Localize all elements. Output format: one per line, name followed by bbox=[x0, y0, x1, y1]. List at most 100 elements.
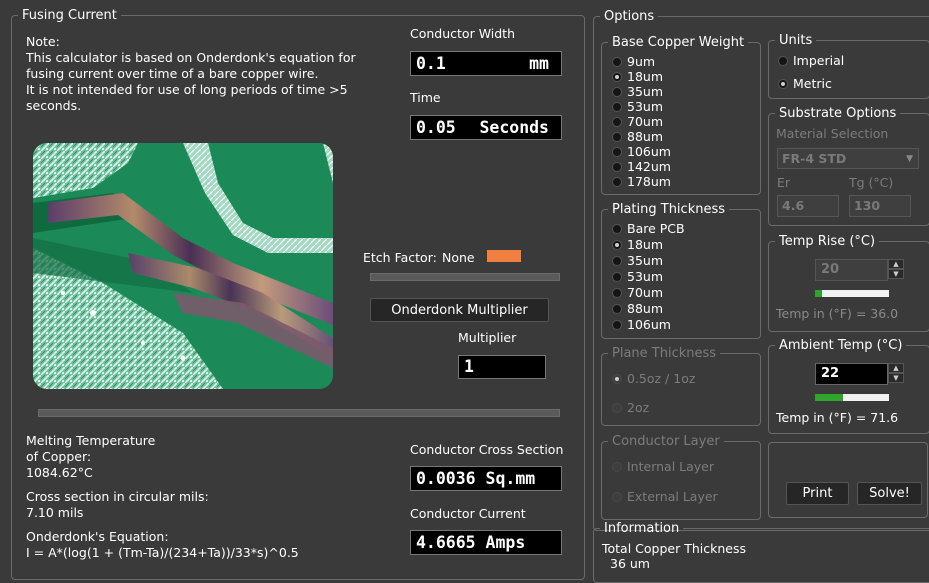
tg-input[interactable]: 130 bbox=[849, 195, 911, 217]
cross-section-value: 0.0036 Sq.mm bbox=[416, 469, 536, 488]
radio-dot bbox=[612, 303, 622, 314]
base-copper-option-9um[interactable]: 9um bbox=[612, 54, 655, 69]
cross-section-label: Conductor Cross Section bbox=[410, 442, 564, 457]
temp-rise-title: Temp Rise (°C) bbox=[779, 234, 876, 249]
ambient-temp-title: Ambient Temp (°C) bbox=[779, 338, 903, 353]
conductor-layer-internal[interactable]: Internal Layer bbox=[612, 459, 714, 474]
plating-option-35um[interactable]: 35um bbox=[612, 253, 663, 268]
radio-dot bbox=[612, 461, 622, 472]
plating-option-18um[interactable]: 18um bbox=[612, 237, 663, 252]
chevron-down-icon: ▼ bbox=[906, 154, 913, 164]
base-copper-option-70um[interactable]: 70um bbox=[612, 114, 663, 129]
chevron-up-icon[interactable]: ▲ bbox=[888, 259, 904, 269]
etch-factor-swatch[interactable] bbox=[487, 250, 521, 262]
melting-value: 1084.62°C bbox=[26, 465, 93, 480]
temp-rise-stepper[interactable]: ▲ ▼ bbox=[888, 259, 904, 279]
multiplier-input[interactable]: 1 bbox=[458, 355, 546, 379]
base-copper-option-53um[interactable]: 53um bbox=[612, 99, 663, 114]
chevron-down-icon[interactable]: ▼ bbox=[888, 373, 904, 383]
cross-mils-label: Cross section in circular mils: bbox=[26, 489, 209, 504]
er-input[interactable]: 4.6 bbox=[777, 195, 839, 217]
material-select-value: FR-4 STD bbox=[782, 151, 847, 166]
units-title: Units bbox=[779, 33, 813, 48]
melting-label-1: Melting Temperature bbox=[26, 433, 156, 448]
radio-dot bbox=[612, 319, 622, 330]
temp-rise-progress-fill bbox=[815, 290, 823, 297]
radio-dot bbox=[612, 491, 622, 502]
print-button[interactable]: Print bbox=[786, 482, 849, 505]
conductor-width-input[interactable]: 0.1 mm bbox=[410, 51, 562, 76]
pcb-fusing-illustration bbox=[33, 143, 333, 389]
temp-rise-input[interactable]: 20 bbox=[815, 259, 888, 281]
base-copper-option-18um[interactable]: 18um bbox=[612, 69, 663, 84]
conductor-width-label: Conductor Width bbox=[410, 26, 516, 41]
radio-dot-selected bbox=[612, 71, 622, 82]
base-copper-option-142um[interactable]: 142um bbox=[612, 159, 671, 174]
time-unit: Seconds bbox=[479, 118, 549, 137]
radio-dot bbox=[612, 402, 622, 413]
conductor-width-value: 0.1 bbox=[416, 54, 446, 73]
cross-section-output: 0.0036 Sq.mm bbox=[410, 466, 562, 491]
radio-dot bbox=[612, 101, 622, 112]
options-title: Options bbox=[604, 9, 655, 24]
chevron-down-icon[interactable]: ▼ bbox=[888, 269, 904, 279]
radio-dot bbox=[612, 271, 622, 282]
total-copper-label: Total Copper Thickness bbox=[602, 541, 746, 556]
radio-dot-selected bbox=[612, 239, 622, 250]
base-copper-option-178um[interactable]: 178um bbox=[612, 174, 671, 189]
radio-dot bbox=[612, 56, 622, 67]
etch-factor-slider[interactable] bbox=[370, 273, 560, 281]
plane-option-half-one-oz[interactable]: 0.5oz / 1oz bbox=[612, 371, 695, 386]
cross-mils-value: 7.10 mils bbox=[26, 505, 84, 520]
ambient-temp-input[interactable]: 22 bbox=[815, 363, 888, 385]
note-line-5: seconds. bbox=[26, 98, 82, 113]
solve-button[interactable]: Solve! bbox=[857, 482, 922, 505]
substrate-title: Substrate Options bbox=[779, 106, 897, 121]
equation-value: I = A*(log(1 + (Tm-Ta)/(234+Ta))/33*s)^0… bbox=[26, 545, 299, 560]
radio-dot bbox=[612, 131, 622, 142]
plating-option-70um[interactable]: 70um bbox=[612, 285, 663, 300]
onderdonk-multiplier-button[interactable]: Onderdonk Multiplier bbox=[370, 298, 549, 322]
plating-option-106um[interactable]: 106um bbox=[612, 317, 671, 332]
conductor-layer-group: Conductor Layer bbox=[601, 434, 761, 520]
plating-option-88um[interactable]: 88um bbox=[612, 301, 663, 316]
er-label: Er bbox=[777, 175, 791, 190]
note-line-3: fusing current over time of a bare coppe… bbox=[26, 66, 319, 81]
ambient-temp-progress bbox=[815, 394, 889, 401]
conductor-layer-external[interactable]: External Layer bbox=[612, 489, 718, 504]
ambient-temp-progress-fill bbox=[815, 394, 844, 401]
current-label: Conductor Current bbox=[410, 506, 526, 521]
radio-dot bbox=[612, 287, 622, 298]
units-option-imperial[interactable]: Imperial bbox=[778, 53, 844, 68]
radio-dot bbox=[612, 176, 622, 187]
note-line-1: Note: bbox=[26, 34, 60, 49]
plating-option-bare-pcb[interactable]: Bare PCB bbox=[612, 221, 685, 236]
melting-label-2: of Copper: bbox=[26, 449, 92, 464]
radio-dot bbox=[612, 86, 622, 97]
units-option-metric[interactable]: Metric bbox=[778, 76, 832, 91]
plating-title: Plating Thickness bbox=[612, 202, 726, 217]
plane-option-2oz[interactable]: 2oz bbox=[612, 400, 649, 415]
radio-dot bbox=[612, 116, 622, 127]
radio-dot bbox=[612, 255, 622, 266]
plating-option-53um[interactable]: 53um bbox=[612, 269, 663, 284]
total-copper-value: 36 um bbox=[610, 556, 650, 571]
base-copper-option-88um[interactable]: 88um bbox=[612, 129, 663, 144]
note-line-4: It is not intended for use of long perio… bbox=[26, 82, 348, 97]
conductor-layer-title: Conductor Layer bbox=[612, 434, 720, 449]
current-output: 4.6665 Amps bbox=[410, 530, 562, 555]
base-copper-option-35um[interactable]: 35um bbox=[612, 84, 663, 99]
material-select[interactable]: FR-4 STD ▼ bbox=[777, 148, 919, 169]
temp-rise-fahrenheit: Temp in (°F) = 36.0 bbox=[776, 306, 899, 321]
tg-label: Tg (°C) bbox=[849, 175, 894, 190]
radio-dot-selected bbox=[778, 78, 788, 89]
chevron-up-icon[interactable]: ▲ bbox=[888, 363, 904, 373]
equation-label: Onderdonk's Equation: bbox=[26, 529, 169, 544]
base-copper-title: Base Copper Weight bbox=[612, 35, 745, 50]
time-label: Time bbox=[410, 90, 441, 105]
ambient-temp-stepper[interactable]: ▲ ▼ bbox=[888, 363, 904, 383]
radio-dot-selected bbox=[612, 373, 622, 384]
base-copper-option-106um[interactable]: 106um bbox=[612, 144, 671, 159]
time-input[interactable]: 0.05 Seconds bbox=[410, 115, 562, 140]
temp-rise-progress bbox=[815, 290, 889, 297]
